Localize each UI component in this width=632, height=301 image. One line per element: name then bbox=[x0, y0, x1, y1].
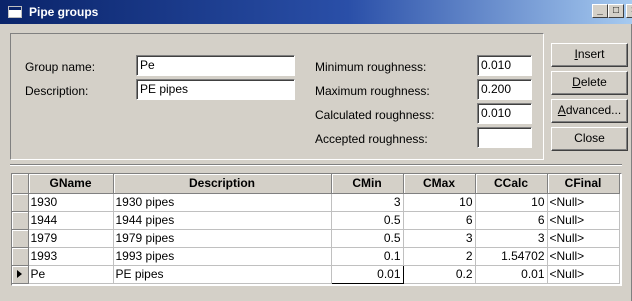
cell-description[interactable]: 1944 pipes bbox=[113, 211, 332, 230]
min-roughness-label: Minimum roughness: bbox=[315, 60, 427, 74]
cell-description[interactable]: PE pipes bbox=[113, 265, 332, 284]
cell-gname[interactable]: Pe bbox=[28, 265, 114, 284]
column-header-description[interactable]: Description bbox=[113, 174, 332, 194]
table-row-current[interactable]: Pe PE pipes 0.01 0.2 0.01 <Null> bbox=[12, 264, 620, 284]
cell-cmax[interactable]: 2 bbox=[403, 247, 476, 266]
cell-gname[interactable]: 1993 bbox=[28, 247, 114, 266]
row-indicator-header bbox=[12, 174, 29, 194]
cell-description[interactable]: 1993 pipes bbox=[113, 247, 332, 266]
column-header-gname[interactable]: GName bbox=[28, 174, 114, 194]
row-selector-current[interactable] bbox=[12, 265, 29, 284]
group-name-field[interactable]: Pe bbox=[136, 55, 295, 76]
cell-ccalc[interactable]: 0.01 bbox=[475, 265, 548, 284]
pipe-groups-grid[interactable]: GName Description CMin CMax CCalc CFinal… bbox=[11, 173, 622, 286]
window-icon bbox=[8, 6, 22, 18]
column-header-cmax[interactable]: CMax bbox=[403, 174, 476, 194]
pipe-groups-window: Pipe groups _ □ × Group name: Pe Descrip… bbox=[0, 0, 632, 301]
advanced-button[interactable]: Advanced... bbox=[551, 99, 628, 123]
cell-cfinal[interactable]: <Null> bbox=[547, 265, 620, 284]
table-row[interactable]: 1930 1930 pipes 3 10 10 <Null> bbox=[12, 193, 620, 212]
table-row[interactable]: 1944 1944 pipes 0.5 6 6 <Null> bbox=[12, 211, 620, 230]
description-label: Description: bbox=[25, 84, 89, 98]
cell-ccalc[interactable]: 3 bbox=[475, 229, 548, 248]
table-row[interactable]: 1993 1993 pipes 0.1 2 1.54702 <Null> bbox=[12, 247, 620, 266]
max-roughness-label: Maximum roughness: bbox=[315, 84, 430, 98]
cell-cmin[interactable]: 0.1 bbox=[331, 247, 404, 266]
cell-cfinal[interactable]: <Null> bbox=[547, 193, 620, 212]
calc-roughness-field[interactable]: 0.010 bbox=[477, 103, 532, 124]
cell-cmax[interactable]: 10 bbox=[403, 193, 476, 212]
accepted-roughness-label: Accepted roughness: bbox=[315, 132, 428, 146]
cell-cmax[interactable]: 3 bbox=[403, 229, 476, 248]
delete-label: elete bbox=[580, 75, 607, 89]
row-selector[interactable] bbox=[12, 193, 29, 212]
cell-cmin-editing[interactable]: 0.01 bbox=[330, 264, 404, 284]
insert-button[interactable]: Insert bbox=[551, 43, 628, 67]
cell-cmin[interactable]: 3 bbox=[331, 193, 404, 212]
min-roughness-field[interactable]: 0.010 bbox=[477, 55, 532, 76]
cell-cfinal[interactable]: <Null> bbox=[547, 247, 620, 266]
current-row-arrow-icon bbox=[17, 270, 23, 278]
cell-gname[interactable]: 1944 bbox=[28, 211, 114, 230]
cell-cfinal[interactable]: <Null> bbox=[547, 229, 620, 248]
accepted-roughness-field[interactable] bbox=[477, 127, 532, 148]
row-selector[interactable] bbox=[12, 211, 29, 230]
group-name-label: Group name: bbox=[25, 60, 96, 74]
row-selector[interactable] bbox=[12, 247, 29, 266]
table-row[interactable]: 1979 1979 pipes 0.5 3 3 <Null> bbox=[12, 229, 620, 248]
close-button[interactable]: Close bbox=[551, 127, 628, 151]
cell-gname[interactable]: 1979 bbox=[28, 229, 114, 248]
maximize-button[interactable]: □ bbox=[608, 4, 624, 18]
cell-ccalc[interactable]: 1.54702 bbox=[475, 247, 548, 266]
minimize-button[interactable]: _ bbox=[592, 4, 608, 18]
window-title: Pipe groups bbox=[29, 5, 99, 19]
column-header-ccalc[interactable]: CCalc bbox=[475, 174, 548, 194]
cell-ccalc[interactable]: 10 bbox=[475, 193, 548, 212]
row-selector[interactable] bbox=[12, 229, 29, 248]
delete-button[interactable]: Delete bbox=[551, 71, 628, 95]
cell-cmin[interactable]: 0.5 bbox=[331, 229, 404, 248]
delete-hotkey: D bbox=[572, 75, 581, 89]
title-bar[interactable]: Pipe groups _ □ × bbox=[0, 0, 632, 24]
cell-cfinal[interactable]: <Null> bbox=[547, 211, 620, 230]
column-header-cmin[interactable]: CMin bbox=[331, 174, 404, 194]
separator bbox=[10, 164, 622, 166]
cell-description[interactable]: 1979 pipes bbox=[113, 229, 332, 248]
calc-roughness-label: Calculated roughness: bbox=[315, 108, 435, 122]
grid-header-row: GName Description CMin CMax CCalc CFinal bbox=[12, 174, 620, 194]
cell-gname[interactable]: 1930 bbox=[28, 193, 114, 212]
cell-cmax[interactable]: 6 bbox=[403, 211, 476, 230]
cell-cmax[interactable]: 0.2 bbox=[403, 265, 476, 284]
grid-table: GName Description CMin CMax CCalc CFinal… bbox=[12, 174, 620, 284]
cell-cmin[interactable]: 0.5 bbox=[331, 211, 404, 230]
advanced-hotkey: A bbox=[557, 103, 566, 117]
close-window-button[interactable]: × bbox=[626, 4, 632, 18]
description-field[interactable]: PE pipes bbox=[136, 79, 295, 100]
max-roughness-field[interactable]: 0.200 bbox=[477, 79, 532, 100]
cell-ccalc[interactable]: 6 bbox=[475, 211, 548, 230]
advanced-label: dvanced... bbox=[565, 103, 622, 117]
cell-description[interactable]: 1930 pipes bbox=[113, 193, 332, 212]
insert-label: nsert bbox=[577, 47, 605, 61]
column-header-cfinal[interactable]: CFinal bbox=[547, 174, 620, 194]
